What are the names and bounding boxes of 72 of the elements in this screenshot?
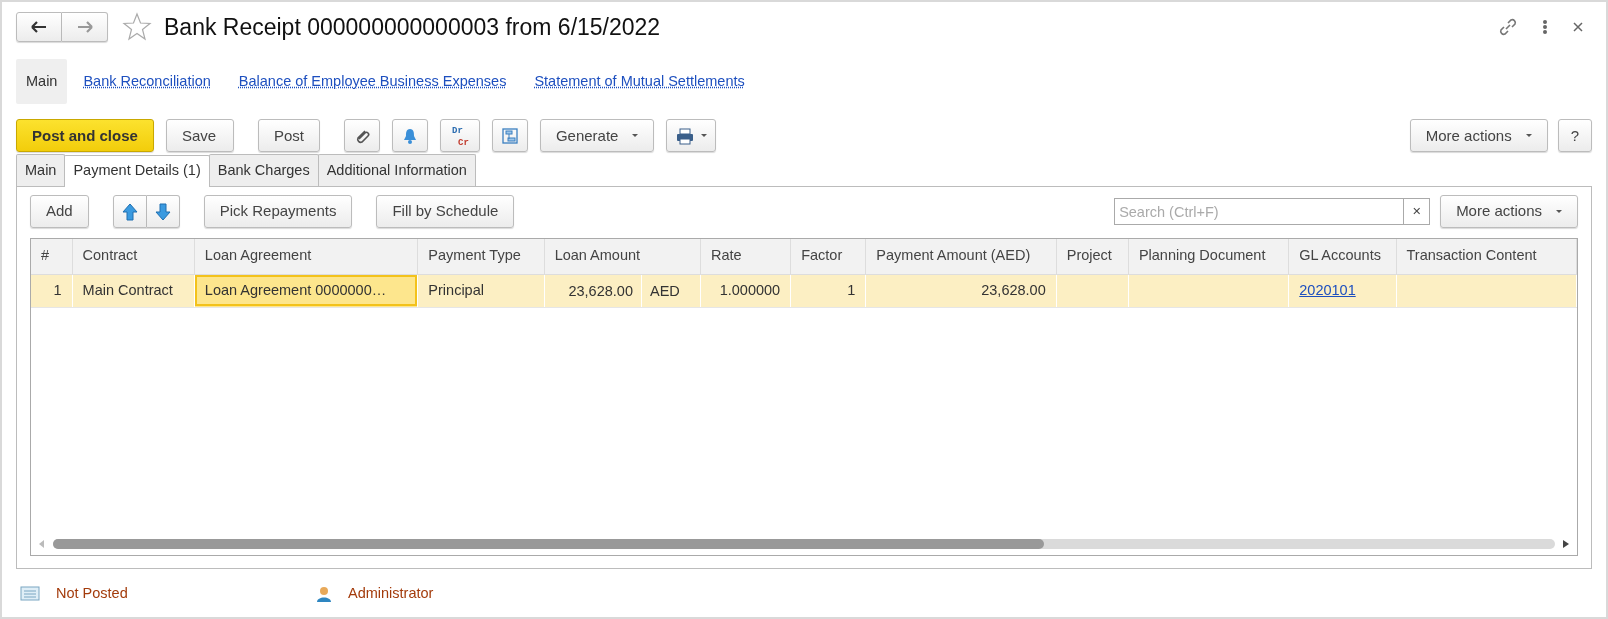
up-arrow-icon — [121, 202, 138, 221]
tab[interactable]: Bank Charges — [208, 154, 319, 186]
printer-button[interactable] — [666, 119, 717, 153]
column-header[interactable]: Rate — [700, 239, 791, 274]
caret-icon — [632, 134, 639, 138]
table-cell: 1 — [31, 274, 73, 307]
column-header[interactable]: # — [31, 239, 73, 274]
caret-icon — [701, 134, 708, 138]
nav-link[interactable]: Bank Reconciliation — [71, 62, 223, 101]
forward-arrow-icon — [75, 20, 94, 35]
link-icon[interactable] — [1498, 17, 1518, 38]
table-toolbar-button[interactable]: Add — [30, 195, 89, 228]
paperclip-button[interactable] — [343, 119, 380, 153]
table-cell: Loan Agreement 0000000… — [194, 274, 418, 307]
table-cell: 1 — [790, 274, 866, 307]
column-header[interactable]: Payment Amount (AED) — [865, 239, 1057, 274]
move-up-button[interactable] — [112, 195, 147, 228]
star-icon[interactable] — [122, 12, 152, 43]
debit-credit-button[interactable]: Dr Cr — [439, 119, 480, 153]
column-header[interactable]: Loan Amount — [544, 239, 701, 274]
debit-credit-icon: Dr Cr — [448, 123, 471, 148]
table-cell: Main Contract — [72, 274, 195, 307]
table-cell: Principal — [417, 274, 545, 307]
toolbar-button[interactable]: Post and close — [16, 119, 154, 153]
column-header[interactable]: GL Accounts — [1288, 239, 1396, 274]
column-header[interactable]: Project — [1056, 239, 1129, 274]
column-header[interactable]: Contract — [72, 239, 195, 274]
column-header[interactable]: Loan Agreement — [194, 239, 418, 274]
tab[interactable]: Main — [16, 154, 66, 186]
toolbar-button[interactable]: Generate — [539, 119, 655, 153]
caret-icon — [1556, 210, 1562, 213]
printer-icon — [675, 126, 696, 145]
structure-icon — [500, 126, 519, 145]
move-down-button[interactable] — [146, 195, 180, 228]
window-title: Bank Receipt 000000000000003 from 6/15/2022 — [164, 13, 661, 42]
close-icon[interactable] — [1572, 21, 1584, 34]
clear-search-button[interactable]: × — [1404, 198, 1431, 225]
bell-button[interactable] — [391, 119, 428, 153]
back-button[interactable] — [16, 12, 62, 43]
document-icon — [20, 585, 40, 603]
search-field[interactable]: Search (Ctrl+F) — [1114, 198, 1405, 225]
tab[interactable]: Additional Information — [317, 154, 476, 186]
scroll-right-icon[interactable] — [1563, 540, 1569, 548]
toolbar-button[interactable]: More actions — [1409, 119, 1548, 153]
table-row[interactable]: 1 Main Contract Loan Agreement 0000000… Principal 23,628.00 AED 1.000000 1 23,628.00 2020101 — [31, 274, 1577, 307]
currency-text: AED — [648, 281, 681, 301]
status-text: Not Posted — [56, 584, 128, 603]
table-toolbar-button[interactable]: Pick Repayments — [203, 195, 353, 228]
horizontal-scrollbar[interactable] — [53, 539, 1555, 549]
table-toolbar-button[interactable]: Fill by Schedule — [376, 195, 515, 228]
status-text: Administrator — [348, 584, 434, 603]
back-arrow-icon — [30, 20, 48, 35]
nav-link[interactable]: Statement of Mutual Settlements — [522, 62, 757, 101]
column-header[interactable]: Payment Type — [417, 239, 545, 274]
toolbar-button[interactable]: Post — [257, 119, 320, 153]
toolbar-button[interactable]: Save — [165, 119, 234, 153]
structure-button[interactable] — [491, 119, 528, 153]
caret-icon — [1525, 134, 1532, 138]
more-vertical-icon[interactable] — [1542, 19, 1548, 36]
person-icon — [316, 585, 332, 602]
column-header[interactable]: Factor — [790, 239, 866, 274]
down-arrow-icon — [154, 202, 171, 221]
amount-text: 23,628.00 — [544, 274, 642, 307]
toolbar-button[interactable]: ? — [1557, 119, 1592, 153]
table-cell: 23,628.00 — [865, 274, 1057, 307]
column-header[interactable]: Transaction Content — [1396, 239, 1577, 274]
tab[interactable]: Payment Details (1) — [64, 155, 210, 187]
nav-link[interactable]: Balance of Employee Business Expenses — [226, 62, 519, 101]
nav-link[interactable]: Main — [16, 58, 68, 105]
table-cell: 1.000000 — [700, 274, 791, 307]
column-header[interactable]: Planning Document — [1128, 239, 1289, 274]
table-more-actions-button[interactable]: More actions — [1440, 195, 1578, 228]
